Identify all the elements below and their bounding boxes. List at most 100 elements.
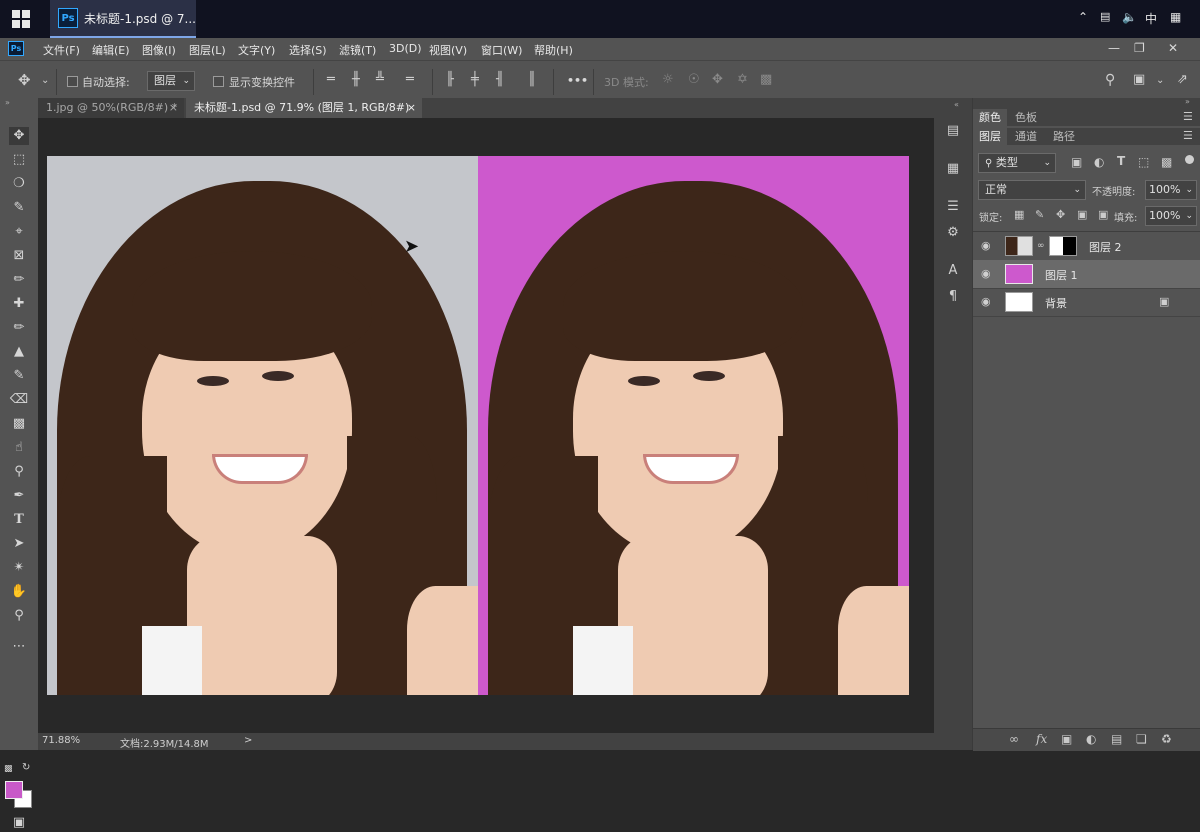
adjustments-panel-icon[interactable]: ⚙ xyxy=(943,224,963,242)
chevron-up-icon[interactable]: ⌃ xyxy=(1078,10,1088,24)
lock-all-icon[interactable]: ▣ xyxy=(1098,208,1108,221)
history-brush-icon[interactable]: ✎ xyxy=(9,367,29,385)
trash-icon[interactable]: ♻ xyxy=(1161,732,1172,746)
hand-tool-icon[interactable]: ✋ xyxy=(9,583,29,601)
photoshop-logo-icon[interactable]: Ps xyxy=(8,41,24,56)
smudge-tool-icon[interactable]: ☝ xyxy=(9,439,29,457)
move-tool-preset-icon[interactable]: ✥ xyxy=(18,71,31,89)
keyboard-grid-icon[interactable]: ▦ xyxy=(1170,10,1181,24)
panel-menu-icon[interactable]: ☰ xyxy=(1183,129,1193,142)
layer-row-selected[interactable]: ◉ 图层 1 xyxy=(973,260,1200,289)
zoom-tool-icon[interactable]: ⚲ xyxy=(9,607,29,625)
chevron-down-icon[interactable]: ⌄ xyxy=(1156,75,1164,86)
tab-paths[interactable]: 路径 xyxy=(1047,128,1081,145)
3d-roll-icon[interactable]: ☉ xyxy=(688,72,700,87)
more-options-button[interactable]: ••• xyxy=(567,74,588,87)
tab-1-jpg[interactable]: 1.jpg @ 50%(RGB/8#) * × xyxy=(38,98,184,118)
adjustment-filter-icon[interactable]: ◐ xyxy=(1094,155,1104,169)
show-transform-checkbox[interactable] xyxy=(213,76,224,87)
add-mask-icon[interactable]: ▣ xyxy=(1061,732,1072,746)
status-menu-arrow[interactable]: > xyxy=(244,735,252,746)
auto-select-dropdown[interactable]: 图层 ⌄ xyxy=(147,71,195,91)
chevron-down-icon[interactable]: ⌄ xyxy=(41,75,49,86)
character-panel-icon[interactable]: A xyxy=(943,262,963,280)
restore-icon[interactable]: ❐ xyxy=(1134,41,1145,55)
paragraph-panel-icon[interactable]: ¶ xyxy=(943,288,963,306)
fx-icon[interactable]: fx xyxy=(1036,732,1047,746)
lasso-tool-icon[interactable]: ❍ xyxy=(9,175,29,193)
healing-brush-icon[interactable]: ✚ xyxy=(9,295,29,313)
tab-color[interactable]: 颜色 xyxy=(973,109,1007,126)
collapse-arrows-icon[interactable]: « xyxy=(954,100,959,109)
workspace-icon[interactable]: ▣ xyxy=(1133,72,1145,87)
menu-image[interactable]: 图像(I) xyxy=(142,42,176,58)
document-canvas[interactable] xyxy=(47,156,909,695)
new-group-icon[interactable]: ▤ xyxy=(1111,732,1122,746)
shape-tool-icon[interactable]: ✴ xyxy=(9,559,29,577)
3d-slide-icon[interactable]: ✡ xyxy=(737,72,748,87)
menu-edit[interactable]: 编辑(E) xyxy=(92,42,130,58)
eye-visibility-icon[interactable]: ◉ xyxy=(981,295,991,308)
lock-position-icon[interactable]: ✥ xyxy=(1056,208,1065,221)
menu-help[interactable]: 帮助(H) xyxy=(534,42,573,58)
search-icon[interactable]: ⚲ xyxy=(1105,72,1115,88)
path-select-icon[interactable]: ➤ xyxy=(9,535,29,553)
menu-type[interactable]: 文字(Y) xyxy=(238,42,275,58)
pen-tool-icon[interactable]: ✒ xyxy=(9,487,29,505)
align-hcenter-icon[interactable]: ╪ xyxy=(471,72,479,87)
minimize-icon[interactable]: — xyxy=(1108,41,1120,55)
auto-select-checkbox[interactable] xyxy=(67,76,78,87)
tab-layers[interactable]: 图层 xyxy=(973,128,1007,145)
tab-untitled-psd[interactable]: 未标题-1.psd @ 71.9% (图层 1, RGB/8#) × xyxy=(186,98,422,118)
default-colors-icon[interactable]: ▩ xyxy=(4,764,13,774)
layer-name[interactable]: 图层 1 xyxy=(1045,267,1078,283)
adjustment-layer-icon[interactable]: ◐ xyxy=(1086,732,1096,746)
network-icon[interactable]: ▤ xyxy=(1100,10,1110,23)
pixel-filter-icon[interactable]: ▣ xyxy=(1071,155,1082,169)
eye-visibility-icon[interactable]: ◉ xyxy=(981,267,991,280)
menu-view[interactable]: 视图(V) xyxy=(429,42,467,58)
3d-panel-icon[interactable]: ▦ xyxy=(943,160,963,178)
history-panel-icon[interactable]: ▤ xyxy=(943,122,963,140)
layer-row[interactable]: ◉ 背景 ▣ xyxy=(973,288,1200,317)
lock-artboard-icon[interactable]: ▣ xyxy=(1077,208,1087,221)
volume-icon[interactable]: 🔈 xyxy=(1122,10,1137,24)
fill-field[interactable]: 100% ⌄ xyxy=(1145,206,1197,226)
collapse-arrows-icon[interactable]: » xyxy=(1185,97,1190,106)
dodge-tool-icon[interactable]: ⚲ xyxy=(9,463,29,481)
lock-image-icon[interactable]: ✎ xyxy=(1035,208,1044,221)
filter-toggle-icon[interactable] xyxy=(1185,155,1194,164)
3d-video-icon[interactable]: ▩ xyxy=(760,72,772,87)
marquee-tool-icon[interactable]: ⬚ xyxy=(9,151,29,169)
menu-file[interactable]: 文件(F) xyxy=(43,42,80,58)
eye-visibility-icon[interactable]: ◉ xyxy=(981,239,991,252)
share-icon[interactable]: ⇗ xyxy=(1177,72,1188,87)
layer-name[interactable]: 背景 xyxy=(1045,295,1067,311)
brush-tool-icon[interactable]: ✏ xyxy=(9,319,29,337)
layer-name[interactable]: 图层 2 xyxy=(1089,239,1122,255)
move-tool-icon[interactable]: ✥ xyxy=(9,127,29,145)
lock-transparent-icon[interactable]: ▦ xyxy=(1014,208,1024,221)
menu-layer[interactable]: 图层(L) xyxy=(189,42,226,58)
distribute-horizontal-icon[interactable]: ║ xyxy=(528,72,536,87)
properties-panel-icon[interactable]: ☰ xyxy=(943,198,963,216)
menu-filter[interactable]: 滤镜(T) xyxy=(339,42,376,58)
foreground-color-swatch[interactable] xyxy=(5,781,23,799)
quick-mask-icon[interactable]: ▣ xyxy=(9,814,29,832)
crop-tool-icon[interactable]: ⌖ xyxy=(9,223,29,241)
swap-colors-icon[interactable]: ↻ xyxy=(22,762,30,773)
panel-menu-icon[interactable]: ☰ xyxy=(1183,110,1193,123)
link-chain-icon[interactable]: ∞ xyxy=(1037,241,1045,251)
clone-stamp-icon[interactable]: ▲ xyxy=(9,343,29,361)
menu-select[interactable]: 选择(S) xyxy=(289,42,327,58)
eyedropper-tool-icon[interactable]: ✏ xyxy=(9,271,29,289)
3d-pan-icon[interactable]: ✥ xyxy=(712,72,723,87)
tab-channels[interactable]: 通道 xyxy=(1009,128,1043,145)
align-bottom-icon[interactable]: ╩ xyxy=(376,72,384,87)
layer-row[interactable]: ◉ ∞ 图层 2 xyxy=(973,232,1200,261)
close-icon[interactable]: ✕ xyxy=(1168,41,1178,55)
ime-indicator[interactable]: 中 xyxy=(1145,10,1157,27)
collapse-arrows-icon[interactable]: » xyxy=(5,98,10,107)
eraser-tool-icon[interactable]: ⌫ xyxy=(9,391,29,409)
zoom-level[interactable]: 71.88% xyxy=(42,735,80,746)
